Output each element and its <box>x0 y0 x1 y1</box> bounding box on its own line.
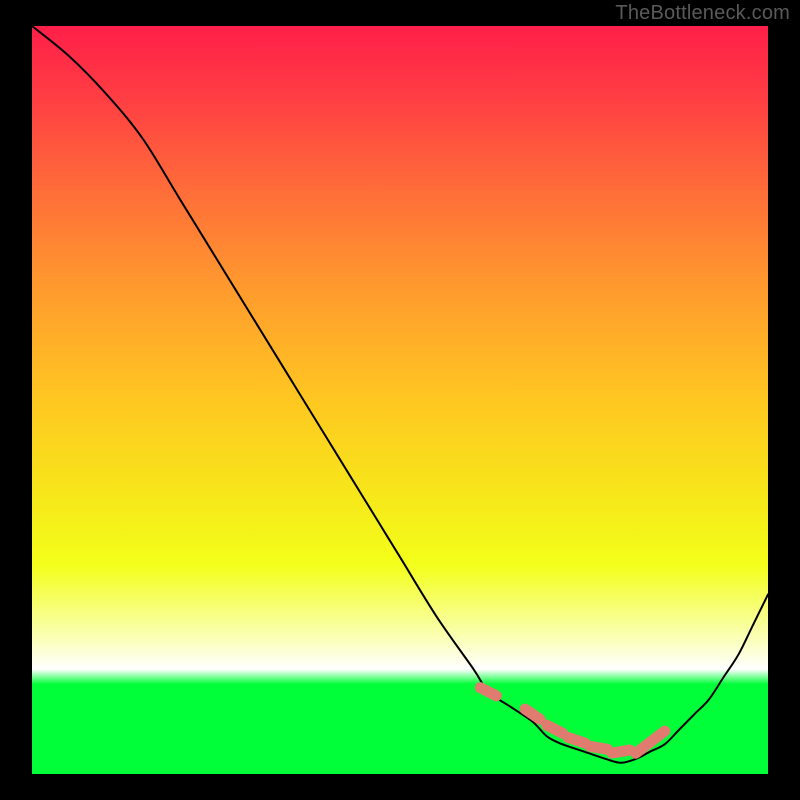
highlight-point <box>612 750 630 753</box>
optimal-range-points <box>480 688 664 754</box>
chart-frame: TheBottleneck.com <box>0 0 800 800</box>
bottleneck-curve <box>32 26 768 763</box>
highlight-point <box>568 737 585 743</box>
plot-area <box>32 26 768 774</box>
highlight-point <box>480 688 496 696</box>
highlight-point <box>547 725 563 733</box>
highlight-point <box>590 746 608 749</box>
highlight-point <box>650 731 664 742</box>
chart-svg <box>32 26 768 774</box>
watermark-text: TheBottleneck.com <box>615 2 790 25</box>
